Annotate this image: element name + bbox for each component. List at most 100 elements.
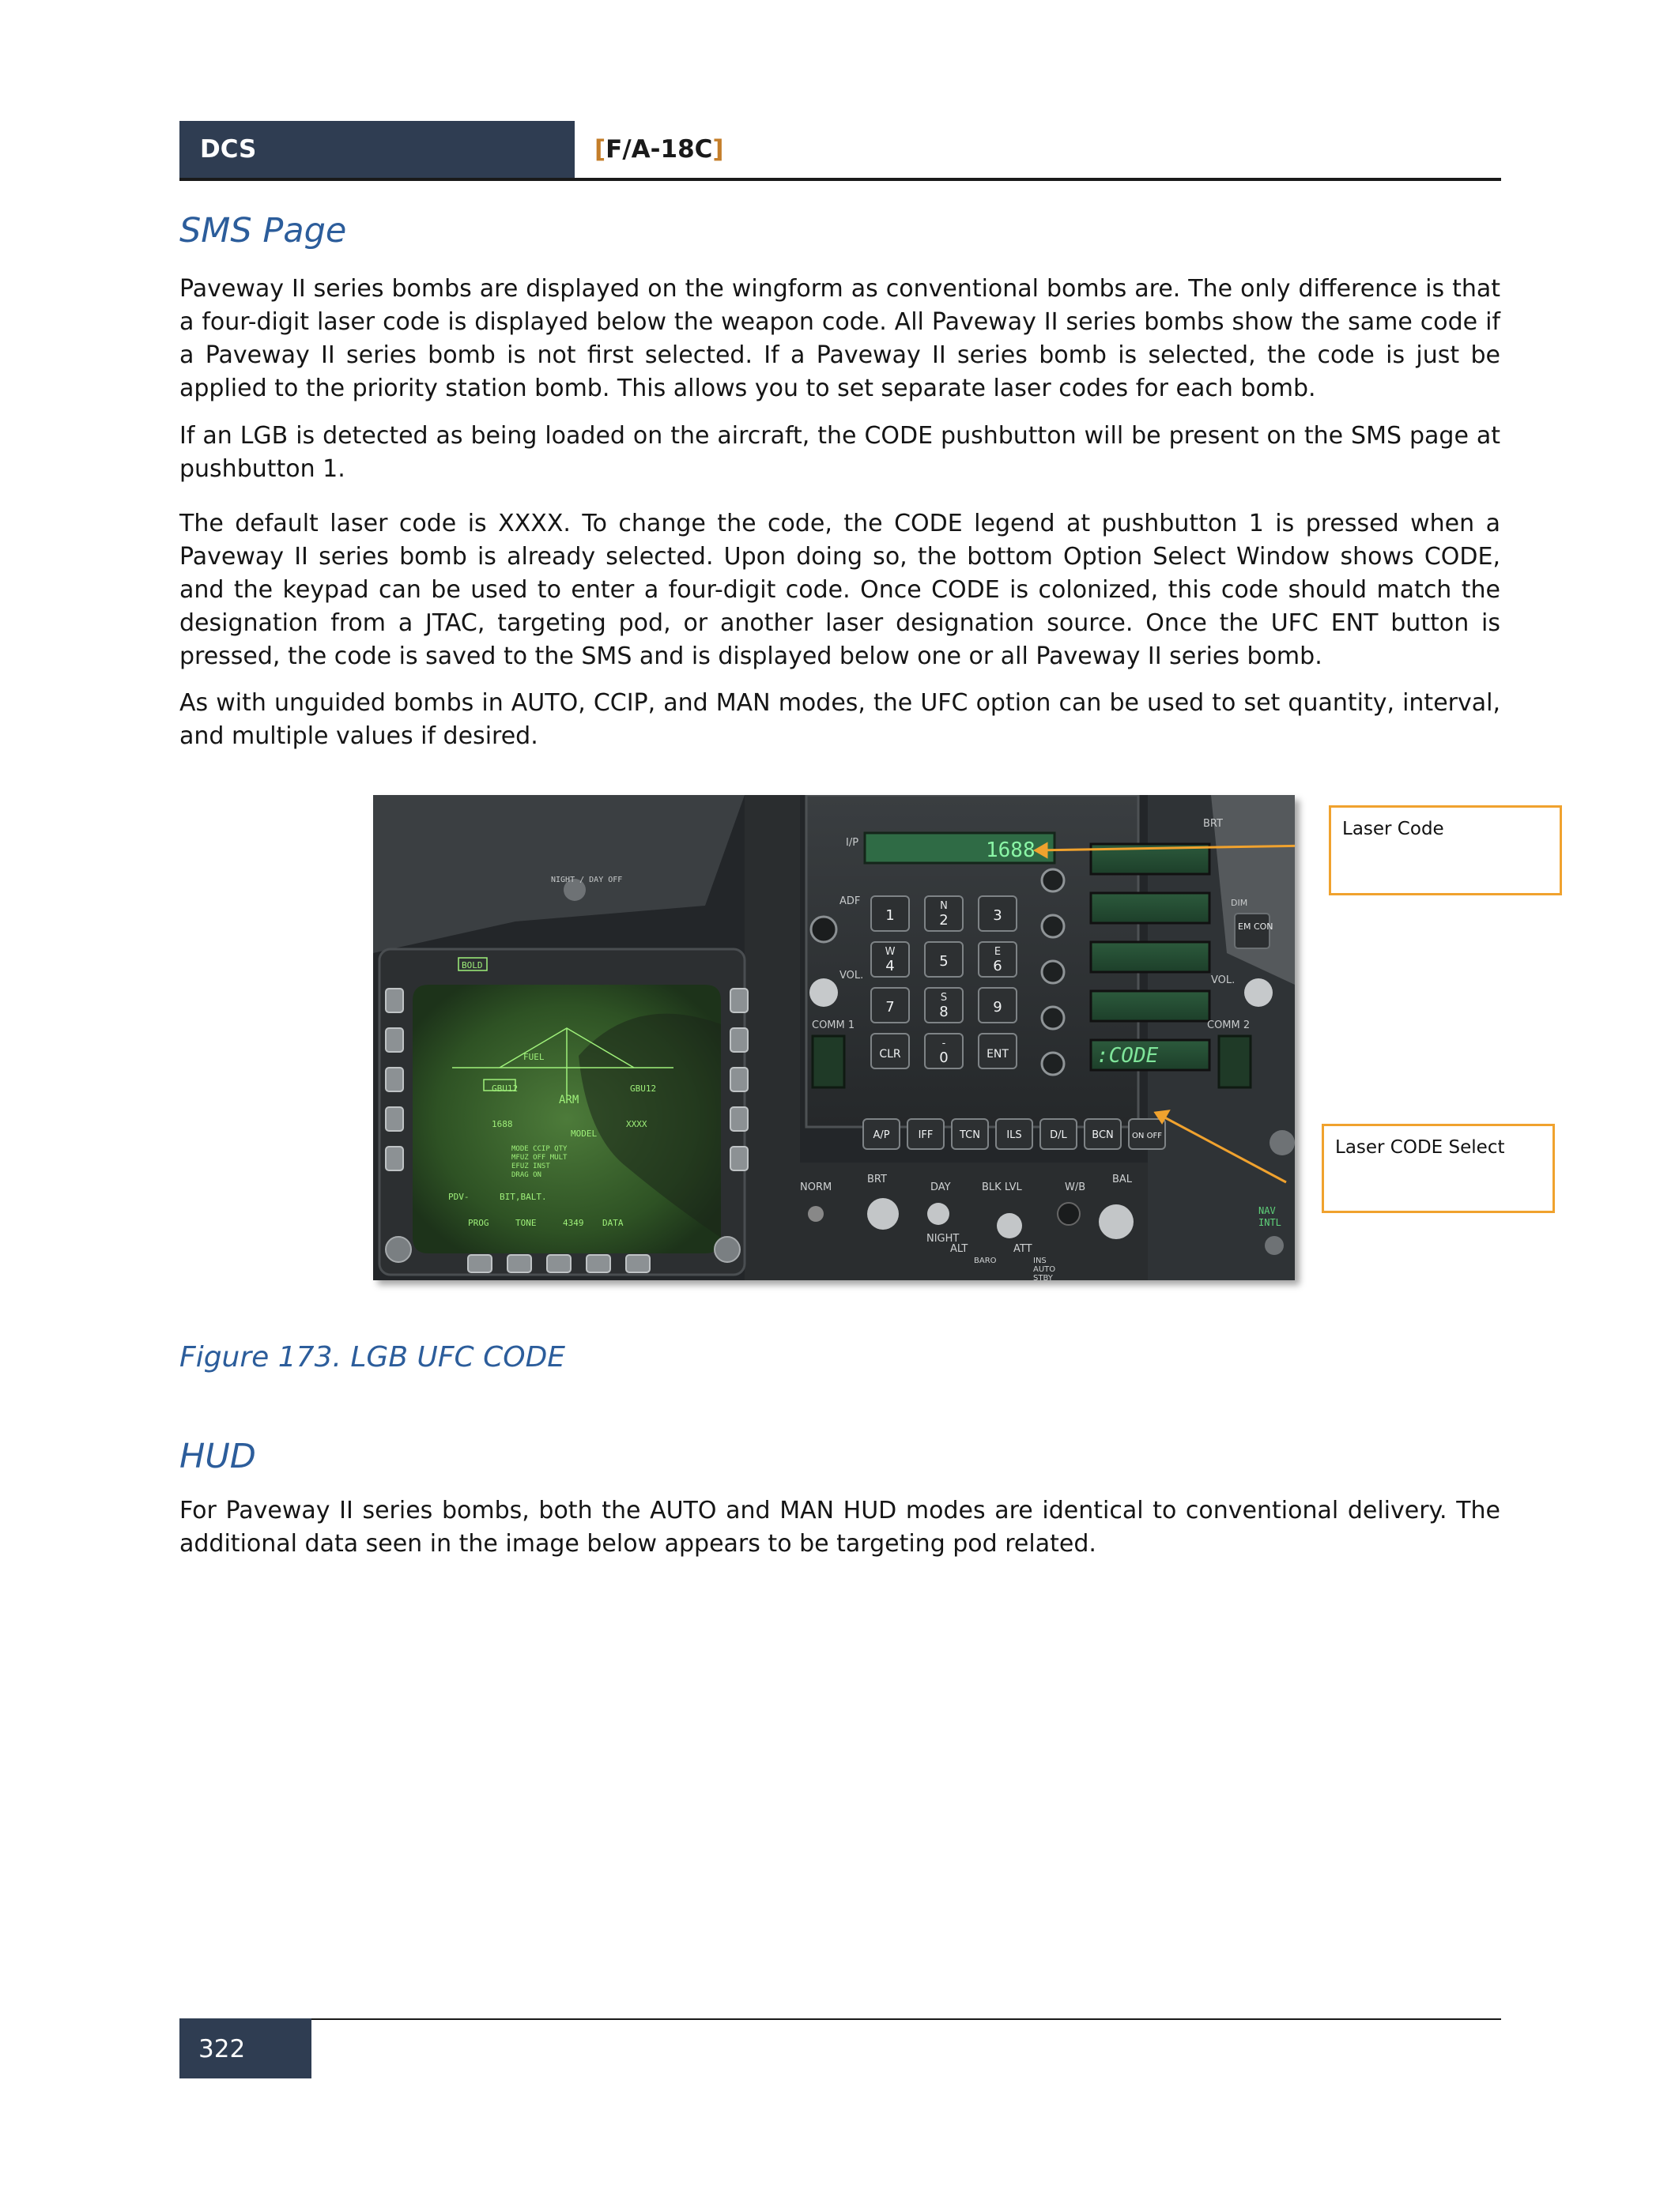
ufc-function-button-label: IFF [919, 1129, 934, 1141]
svg-text:INTL: INTL [1258, 1217, 1281, 1228]
keypad-key-label: CLR [879, 1048, 901, 1061]
ddi-status-label: BIT,BALT. [500, 1192, 547, 1202]
keypad-key-sublabel: E [994, 946, 1001, 958]
hud-alt-label: ALT [950, 1243, 968, 1255]
ufc-vol-left-label: VOL. [839, 970, 863, 982]
keypad-key-label: 2 [939, 912, 948, 929]
header-product-label: DCS [179, 121, 575, 179]
ufc-comm2-label: COMM 2 [1207, 1019, 1250, 1031]
keypad-key-label: 6 [993, 958, 1002, 974]
bracket-close: ] [712, 135, 724, 164]
ufc-function-button[interactable]: D/L [1039, 1118, 1077, 1150]
keypad-key[interactable]: 7 [870, 987, 910, 1023]
ufc-function-button-label: BCN [1092, 1129, 1114, 1141]
keypad-key[interactable]: CLR [870, 1033, 910, 1069]
svg-text:NAV: NAV [1258, 1205, 1276, 1216]
ufc-brt-top-label: BRT [1203, 818, 1223, 830]
keypad-key-label: 4 [885, 958, 894, 974]
keypad-key[interactable]: W4 [870, 941, 910, 978]
ddi-model-label: MODEL [571, 1129, 597, 1139]
ufc-function-button[interactable]: TCN [951, 1118, 989, 1150]
keypad-key-label: 8 [939, 1004, 948, 1020]
keypad-key[interactable]: -0 [924, 1033, 964, 1069]
hud-baro-label: BARO [974, 1257, 997, 1265]
keypad-key-label: 7 [885, 999, 894, 1016]
hud-norm-label: NORM [800, 1181, 832, 1193]
keypad-key-sublabel: S [941, 992, 947, 1004]
keypad-key[interactable]: N2 [924, 895, 964, 932]
keypad-key[interactable]: 9 [978, 987, 1017, 1023]
ddi-weapon-right: GBU12 [630, 1083, 656, 1094]
page-number: 322 [179, 2018, 311, 2078]
ufc-emcon-label: EM CON [1238, 921, 1273, 932]
keypad-key[interactable]: ENT [978, 1033, 1017, 1069]
keypad-key-label: 5 [939, 953, 948, 970]
ddi-code-left: 1688 [492, 1119, 513, 1129]
ufc-function-button-label: A/P [873, 1129, 889, 1141]
keypad-key-label: 3 [993, 907, 1002, 924]
header-aircraft-label: [F/A-18C] [594, 121, 724, 179]
cockpit-ufc-image: NIGHT / DAY OFF BOLD GBU12 GBU12 1688 XX… [373, 795, 1295, 1280]
keypad-key-label: ENT [987, 1048, 1009, 1061]
ddi-prog-label: PROG [468, 1218, 489, 1228]
ufc-ip-label: I/P [846, 837, 858, 849]
hud-wb-label: W/B [1065, 1181, 1085, 1193]
ufc-function-button[interactable]: ILS [995, 1118, 1033, 1150]
keypad-key-label: 1 [885, 907, 894, 924]
keypad-key-label: 0 [939, 1049, 948, 1066]
ufc-function-button-label: ILS [1006, 1129, 1021, 1141]
ufc-function-button[interactable]: IFF [907, 1118, 945, 1150]
ufc-function-button-label: D/L [1050, 1129, 1067, 1141]
callout-laser-code-select: Laser CODE Select [1322, 1124, 1555, 1213]
ufc-function-button-label: TCN [959, 1129, 980, 1141]
hud-stby-label: STBY [1033, 1274, 1054, 1280]
hud-ins-label: INS [1033, 1257, 1047, 1265]
bracket-open: [ [594, 135, 606, 164]
keypad-key[interactable]: E6 [978, 941, 1017, 978]
ufc-function-button[interactable]: A/P [862, 1118, 900, 1150]
aircraft-name: F/A-18C [606, 135, 713, 164]
ddi-top-label: NIGHT / DAY OFF [551, 876, 622, 884]
ufc-dim-label: DIM [1231, 898, 1247, 908]
ufc-osw-code: :CODE [1096, 1044, 1159, 1068]
keypad-key[interactable]: 3 [978, 895, 1017, 932]
ufc-function-row: A/P IFF TCN ILS D/L BCN ON OFF [862, 1118, 1166, 1150]
header-rule [179, 178, 1501, 181]
keypad-key[interactable]: 5 [924, 941, 964, 978]
callout-laser-code: Laser Code [1329, 805, 1562, 895]
ddi-mode-row-4: DRAG ON [511, 1171, 541, 1179]
sms-paragraph-2: If an LGB is detected as being loaded on… [179, 422, 1500, 483]
footer-rule [179, 2018, 1501, 2020]
hud-att-label: ATT [1013, 1243, 1032, 1255]
ddi-fuel-label: FUEL [523, 1052, 545, 1062]
ufc-adf-label: ADF [839, 895, 860, 907]
ufc-scratchpad-code: 1688 [986, 838, 1036, 862]
ddi-weapon-left: GBU12 [492, 1083, 518, 1094]
figure-caption: Figure 173. LGB UFC CODE [179, 1341, 566, 1374]
ddi-tone-label: TONE [515, 1218, 537, 1228]
ufc-vol-right-label: VOL. [1211, 974, 1235, 986]
sms-paragraph-3: The default laser code is XXXX. To chang… [179, 510, 1500, 670]
hud-blklvl-label: BLK LVL [982, 1181, 1023, 1193]
keypad-key-sublabel: N [940, 900, 948, 912]
keypad-key[interactable]: S8 [924, 987, 964, 1023]
ufc-function-button-label: ON OFF [1132, 1132, 1162, 1140]
ufc-function-button[interactable]: ON OFF [1128, 1118, 1166, 1150]
keypad-key-sublabel: W [885, 946, 896, 958]
hud-day-label: DAY [930, 1181, 951, 1193]
keypad-key[interactable]: 1 [870, 895, 910, 932]
ddi-select-label: BOLD [462, 960, 483, 970]
sms-section-title: SMS Page [179, 211, 347, 251]
hud-bal-label: BAL [1112, 1174, 1133, 1185]
keypad-key-label: 9 [993, 999, 1002, 1016]
sms-paragraph-4: As with unguided bombs in AUTO, CCIP, an… [179, 689, 1500, 750]
ddi-mode-row-1: MODE CCIP QTY [511, 1145, 568, 1153]
ufc-comm1-label: COMM 1 [812, 1019, 855, 1031]
ddi-mode-row-2: MFUZ OFF MULT [511, 1154, 568, 1162]
keypad-key-sublabel: - [942, 1038, 946, 1049]
ufc-function-button[interactable]: BCN [1084, 1118, 1122, 1150]
cockpit-illustration: NIGHT / DAY OFF BOLD GBU12 GBU12 1688 XX… [373, 795, 1295, 1280]
ddi-mode-row-3: EFUZ INST [511, 1163, 550, 1170]
hud-auto-label: AUTO [1033, 1265, 1055, 1274]
ddi-code-right: XXXX [626, 1119, 647, 1129]
